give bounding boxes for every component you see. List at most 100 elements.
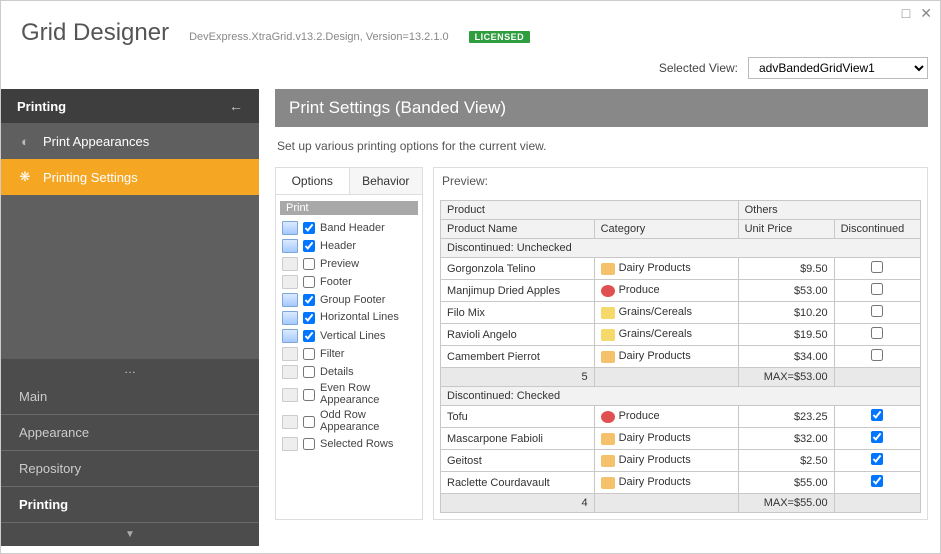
- discontinued-checkbox[interactable]: [871, 453, 883, 465]
- option-checkbox[interactable]: [303, 348, 315, 360]
- option-checkbox[interactable]: [303, 258, 315, 270]
- option-mini-icon: [282, 347, 298, 361]
- discontinued-checkbox[interactable]: [871, 409, 883, 421]
- option-mini-icon: [282, 311, 298, 325]
- cell-category: Dairy Products: [594, 258, 738, 280]
- gear-icon: ❋: [17, 169, 33, 185]
- selected-view-label: Selected View:: [659, 61, 738, 75]
- produce-icon: [601, 285, 615, 297]
- back-arrow-icon[interactable]: ←: [229, 98, 243, 114]
- produce-icon: [601, 411, 615, 423]
- sidebar-item[interactable]: ❋Printing Settings: [1, 159, 259, 195]
- table-row: Filo MixGrains/Cereals$10.20: [441, 302, 921, 324]
- nav-item[interactable]: Main: [1, 379, 259, 415]
- option-mini-icon: [282, 329, 298, 343]
- table-row: Manjimup Dried ApplesProduce$53.00: [441, 280, 921, 302]
- option-checkbox[interactable]: [303, 222, 315, 234]
- option-row: Details: [280, 363, 418, 381]
- content-title: Print Settings (Banded View): [275, 89, 928, 127]
- nav-item[interactable]: Appearance: [1, 415, 259, 451]
- close-icon[interactable]: ✕: [920, 5, 932, 22]
- discontinued-checkbox[interactable]: [871, 327, 883, 339]
- cell-price: $32.00: [738, 428, 834, 450]
- summary-max: MAX=$53.00: [738, 368, 834, 387]
- sidebar-more[interactable]: …: [1, 359, 259, 379]
- cell-product-name: Geitost: [441, 450, 595, 472]
- option-checkbox[interactable]: [303, 389, 315, 401]
- option-checkbox[interactable]: [303, 294, 315, 306]
- cell-product-name: Tofu: [441, 406, 595, 428]
- tab-options[interactable]: Options: [276, 168, 350, 194]
- grains-icon: [601, 307, 615, 319]
- option-label: Group Footer: [320, 294, 416, 306]
- discontinued-checkbox[interactable]: [871, 349, 883, 361]
- option-checkbox[interactable]: [303, 330, 315, 342]
- dairy-icon: [601, 477, 615, 489]
- option-row: Band Header: [280, 219, 418, 237]
- option-label: Odd Row Appearance: [320, 410, 416, 433]
- cell-price: $19.50: [738, 324, 834, 346]
- cell-discontinued: [834, 472, 920, 494]
- discontinued-checkbox[interactable]: [871, 261, 883, 273]
- grains-icon: [601, 329, 615, 341]
- cell-discontinued: [834, 428, 920, 450]
- summary-count: 5: [441, 368, 595, 387]
- column-header: Product Name: [441, 220, 595, 239]
- band-header: Others: [738, 201, 920, 220]
- preview-label: Preview:: [434, 168, 927, 194]
- cell-discontinued: [834, 302, 920, 324]
- cell-discontinued: [834, 324, 920, 346]
- option-mini-icon: [282, 437, 298, 451]
- discontinued-checkbox[interactable]: [871, 305, 883, 317]
- content-subtitle: Set up various printing options for the …: [275, 139, 928, 153]
- table-row: Raclette CourdavaultDairy Products$55.00: [441, 472, 921, 494]
- cell-price: $2.50: [738, 450, 834, 472]
- dairy-icon: [601, 351, 615, 363]
- option-mini-icon: [282, 221, 298, 235]
- nav-item[interactable]: Repository: [1, 451, 259, 487]
- band-header: Product: [441, 201, 739, 220]
- option-checkbox[interactable]: [303, 276, 315, 288]
- discontinued-checkbox[interactable]: [871, 283, 883, 295]
- option-label: Preview: [320, 258, 416, 270]
- option-label: Footer: [320, 276, 416, 288]
- selected-view-dropdown[interactable]: advBandedGridView1: [748, 57, 928, 79]
- maximize-icon[interactable]: □: [902, 5, 910, 22]
- cell-price: $53.00: [738, 280, 834, 302]
- option-checkbox[interactable]: [303, 416, 315, 428]
- discontinued-checkbox[interactable]: [871, 475, 883, 487]
- options-group-header: Print: [280, 201, 418, 215]
- option-checkbox[interactable]: [303, 240, 315, 252]
- option-row: Preview: [280, 255, 418, 273]
- cell-price: $9.50: [738, 258, 834, 280]
- cell-category: Dairy Products: [594, 450, 738, 472]
- cell-category: Dairy Products: [594, 472, 738, 494]
- option-row: Vertical Lines: [280, 327, 418, 345]
- option-mini-icon: [282, 365, 298, 379]
- cell-category: Grains/Cereals: [594, 302, 738, 324]
- option-row: Selected Rows: [280, 435, 418, 453]
- sidebar-item[interactable]: ◐Print Appearances: [1, 123, 259, 159]
- option-label: Vertical Lines: [320, 330, 416, 342]
- table-row: Camembert PierrotDairy Products$34.00: [441, 346, 921, 368]
- table-row: Ravioli AngeloGrains/Cereals$19.50: [441, 324, 921, 346]
- option-row: Even Row Appearance: [280, 381, 418, 408]
- nav-item[interactable]: Printing: [1, 487, 259, 523]
- option-checkbox[interactable]: [303, 366, 315, 378]
- tab-behavior[interactable]: Behavior: [350, 168, 423, 194]
- discontinued-checkbox[interactable]: [871, 431, 883, 443]
- palette-icon: ◐: [17, 133, 33, 149]
- option-row: Footer: [280, 273, 418, 291]
- table-row: GeitostDairy Products$2.50: [441, 450, 921, 472]
- option-mini-icon: [282, 257, 298, 271]
- cell-product-name: Camembert Pierrot: [441, 346, 595, 368]
- cell-category: Dairy Products: [594, 346, 738, 368]
- option-checkbox[interactable]: [303, 312, 315, 324]
- cell-discontinued: [834, 406, 920, 428]
- group-header: Discontinued: Unchecked: [441, 239, 921, 258]
- cell-discontinued: [834, 346, 920, 368]
- chevron-down-icon[interactable]: ▼: [1, 523, 259, 546]
- option-checkbox[interactable]: [303, 438, 315, 450]
- cell-price: $23.25: [738, 406, 834, 428]
- dairy-icon: [601, 433, 615, 445]
